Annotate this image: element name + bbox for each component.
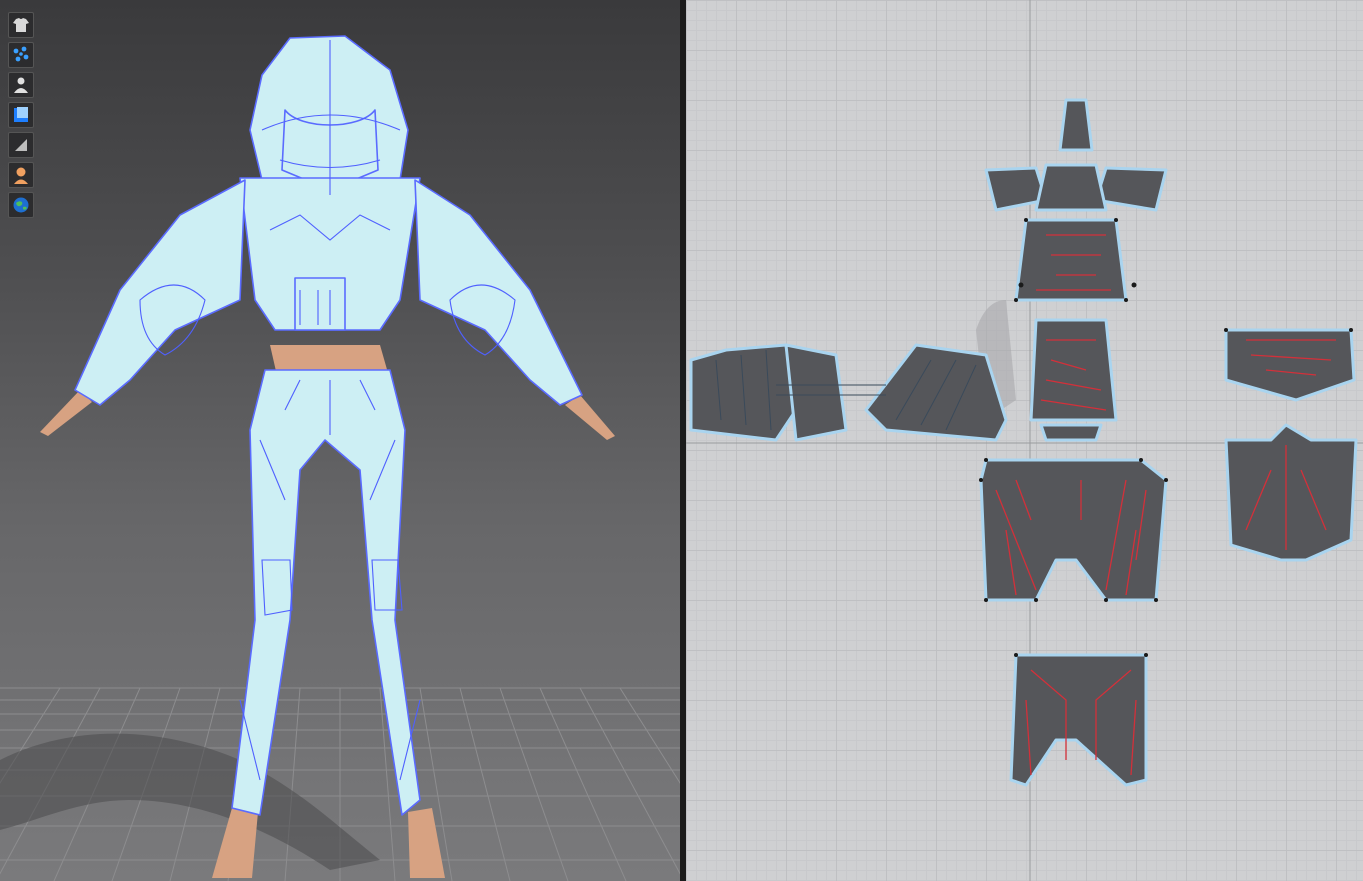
render-mode-button[interactable] — [8, 132, 34, 158]
pattern-layout[interactable] — [686, 0, 1363, 881]
avatar-skin-icon — [14, 167, 28, 184]
environment-globe-button[interactable] — [8, 192, 34, 218]
3d-garment-viewport[interactable] — [0, 0, 680, 881]
avatar-with-garment[interactable] — [0, 0, 680, 881]
environment-globe-icon — [13, 197, 29, 213]
2d-pattern-window[interactable] — [686, 0, 1363, 881]
avatar-skin-button[interactable] — [8, 162, 34, 188]
garment — [74, 35, 583, 816]
texture-view-button[interactable] — [8, 102, 34, 128]
particle-points-icon — [13, 46, 29, 62]
texture-view-icon — [14, 107, 28, 122]
render-mode-icon — [15, 139, 27, 151]
avatar-display-button[interactable] — [8, 72, 34, 98]
particle-points-button[interactable] — [8, 42, 34, 68]
garment-display-button[interactable] — [8, 12, 34, 38]
garment-display-icon — [13, 18, 29, 32]
avatar-display-icon — [14, 77, 28, 93]
viewport-toolbar — [8, 12, 34, 218]
